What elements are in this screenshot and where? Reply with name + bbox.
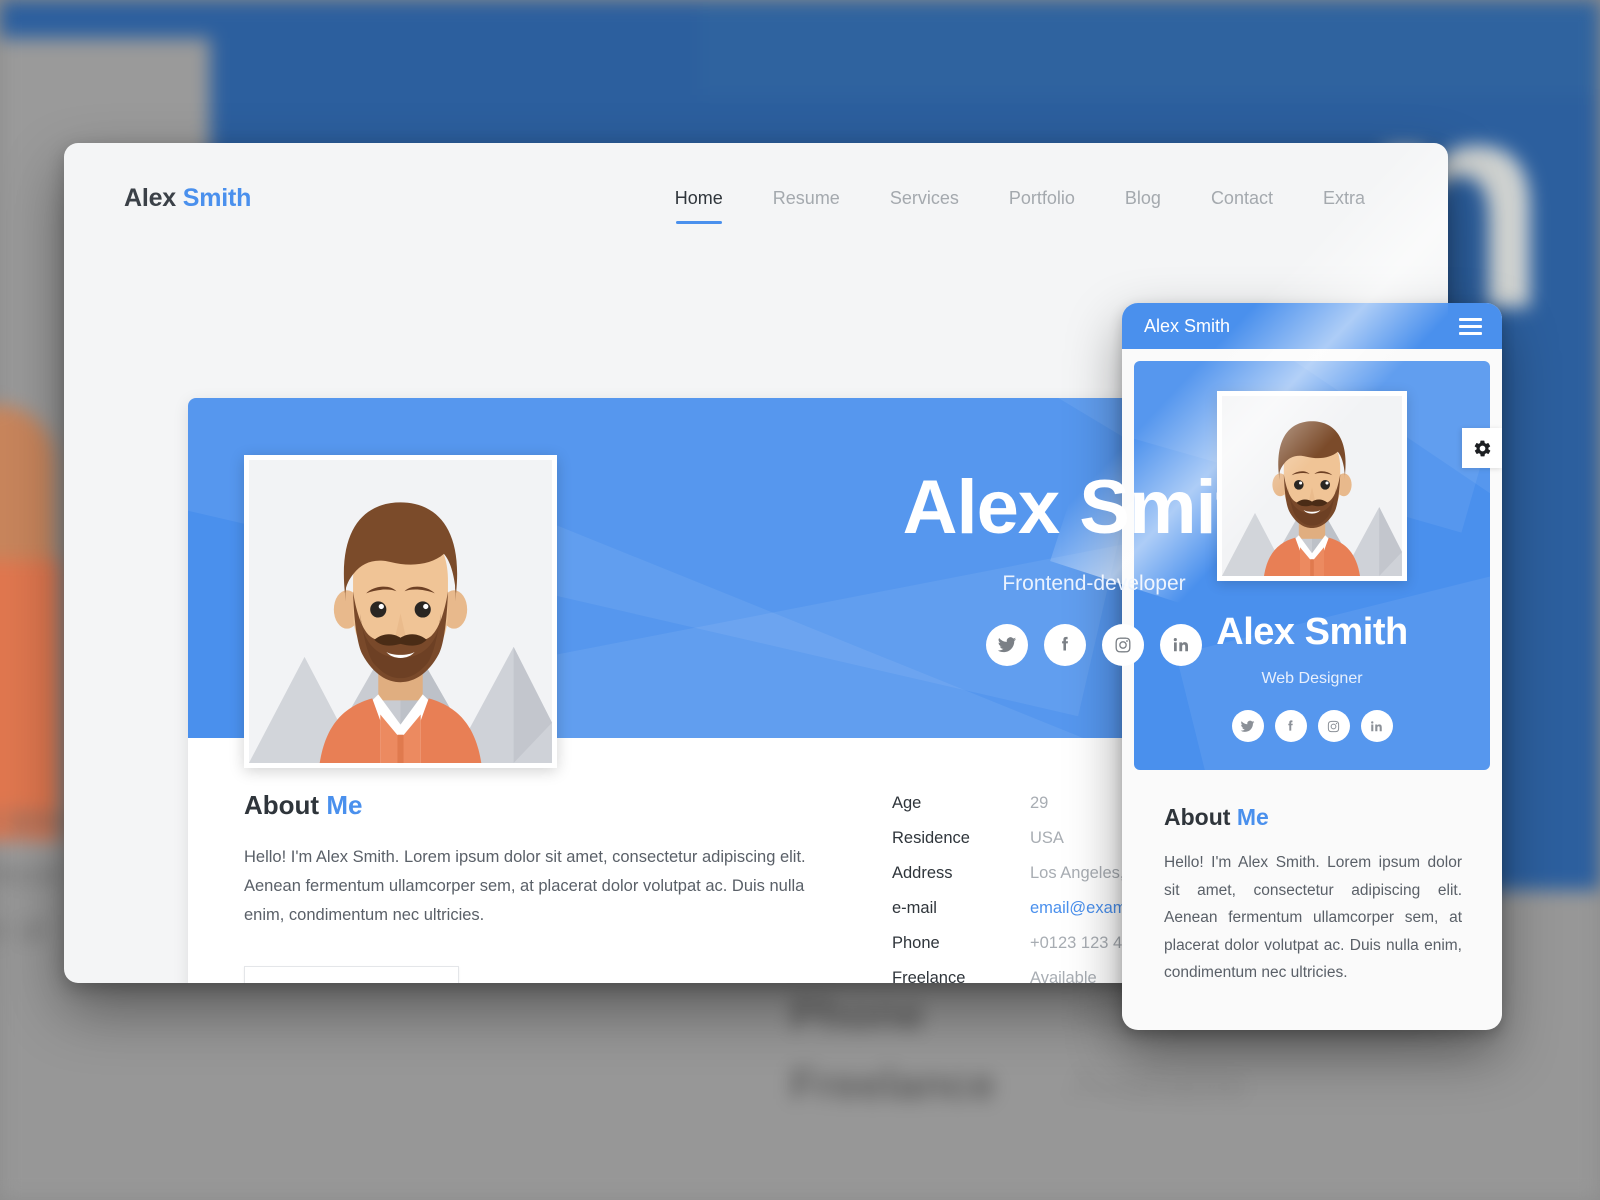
mobile-about-paragraph: Hello! I'm Alex Smith. Lorem ipsum dolor… — [1164, 854, 1462, 982]
about-paragraph: Hello! I'm Alex Smith. Lorem ipsum dolor… — [244, 848, 806, 924]
twitter-icon[interactable] — [1231, 710, 1264, 742]
download-resume-button[interactable]: DOWNLOAD RESUME — [244, 965, 459, 983]
info-key: Phone — [892, 934, 940, 952]
info-value: USA — [1030, 829, 1064, 847]
info-value: Available — [1030, 969, 1097, 983]
about-heading: About Me — [244, 790, 844, 821]
mobile-avatar — [1217, 391, 1407, 581]
mobile-about-heading: About Me — [1164, 804, 1462, 831]
mobile-hero-name: Alex Smith — [1216, 611, 1408, 653]
about-heading-dark: About — [244, 790, 320, 820]
mobile-avatar-image — [1222, 396, 1402, 576]
backdrop-freelance-label: Freelance — [790, 1060, 996, 1109]
nav-item-services[interactable]: Services — [865, 188, 984, 209]
site-navbar: Alex Smith Home Resume Services Portfoli… — [64, 143, 1448, 253]
mobile-about-heading-dark: About — [1164, 804, 1231, 830]
backdrop-avatar-body — [0, 560, 60, 840]
logo-first: Alex — [124, 183, 177, 212]
gear-icon[interactable] — [1462, 428, 1502, 468]
hamburger-line — [1459, 317, 1482, 321]
mobile-topbar: Alex Smith — [1122, 303, 1502, 349]
linkedin-icon[interactable] — [1360, 710, 1393, 742]
logo-second: Smith — [182, 183, 252, 212]
twitter-icon[interactable] — [986, 624, 1028, 666]
mobile-about-section: About Me Hello! I'm Alex Smith. Lorem ip… — [1134, 770, 1490, 987]
avatar-image — [249, 460, 552, 763]
nav-links: Home Resume Services Portfolio Blog Cont… — [650, 188, 1390, 209]
mobile-hero-role: Web Designer — [1261, 670, 1363, 687]
nav-item-blog[interactable]: Blog — [1100, 188, 1186, 209]
hamburger-icon[interactable] — [1459, 317, 1482, 335]
facebook-icon[interactable] — [1274, 710, 1307, 742]
site-logo[interactable]: Alex Smith — [124, 184, 251, 213]
hamburger-line — [1459, 331, 1482, 335]
info-key: Residence — [892, 829, 970, 847]
backdrop-phone-label: Phone — [790, 990, 925, 1039]
info-key: Address — [892, 864, 953, 882]
info-key: e-mail — [892, 899, 937, 917]
backdrop-gray-top — [0, 0, 225, 38]
mobile-social-links — [1134, 710, 1490, 742]
nav-item-extra[interactable]: Extra — [1298, 188, 1390, 209]
facebook-icon[interactable] — [1044, 624, 1086, 666]
mobile-title: Alex Smith — [1144, 315, 1231, 336]
info-key: Age — [892, 794, 922, 812]
about-left: About Me Hello! I'm Alex Smith. Lorem ip… — [244, 790, 844, 983]
backdrop-freelance-value: Available — [1070, 1060, 1248, 1109]
hero-role: Frontend-developer — [1002, 572, 1186, 595]
about-heading-blue: Me — [326, 790, 363, 820]
mobile-about-heading-blue: Me — [1236, 804, 1269, 830]
backdrop-text-line: ec ul — [0, 910, 46, 948]
nav-item-portfolio[interactable]: Portfolio — [984, 188, 1100, 209]
nav-item-home[interactable]: Home — [650, 188, 748, 209]
avatar — [244, 455, 557, 768]
backdrop-text-line: ymcor — [0, 855, 63, 893]
info-value: 29 — [1030, 794, 1049, 812]
info-key: Freelance — [892, 969, 966, 983]
hamburger-line — [1459, 324, 1482, 328]
backdrop-text-line: n ipsu — [0, 800, 71, 838]
instagram-icon[interactable] — [1317, 710, 1350, 742]
nav-item-resume[interactable]: Resume — [748, 188, 865, 209]
nav-item-contact[interactable]: Contact — [1186, 188, 1298, 209]
